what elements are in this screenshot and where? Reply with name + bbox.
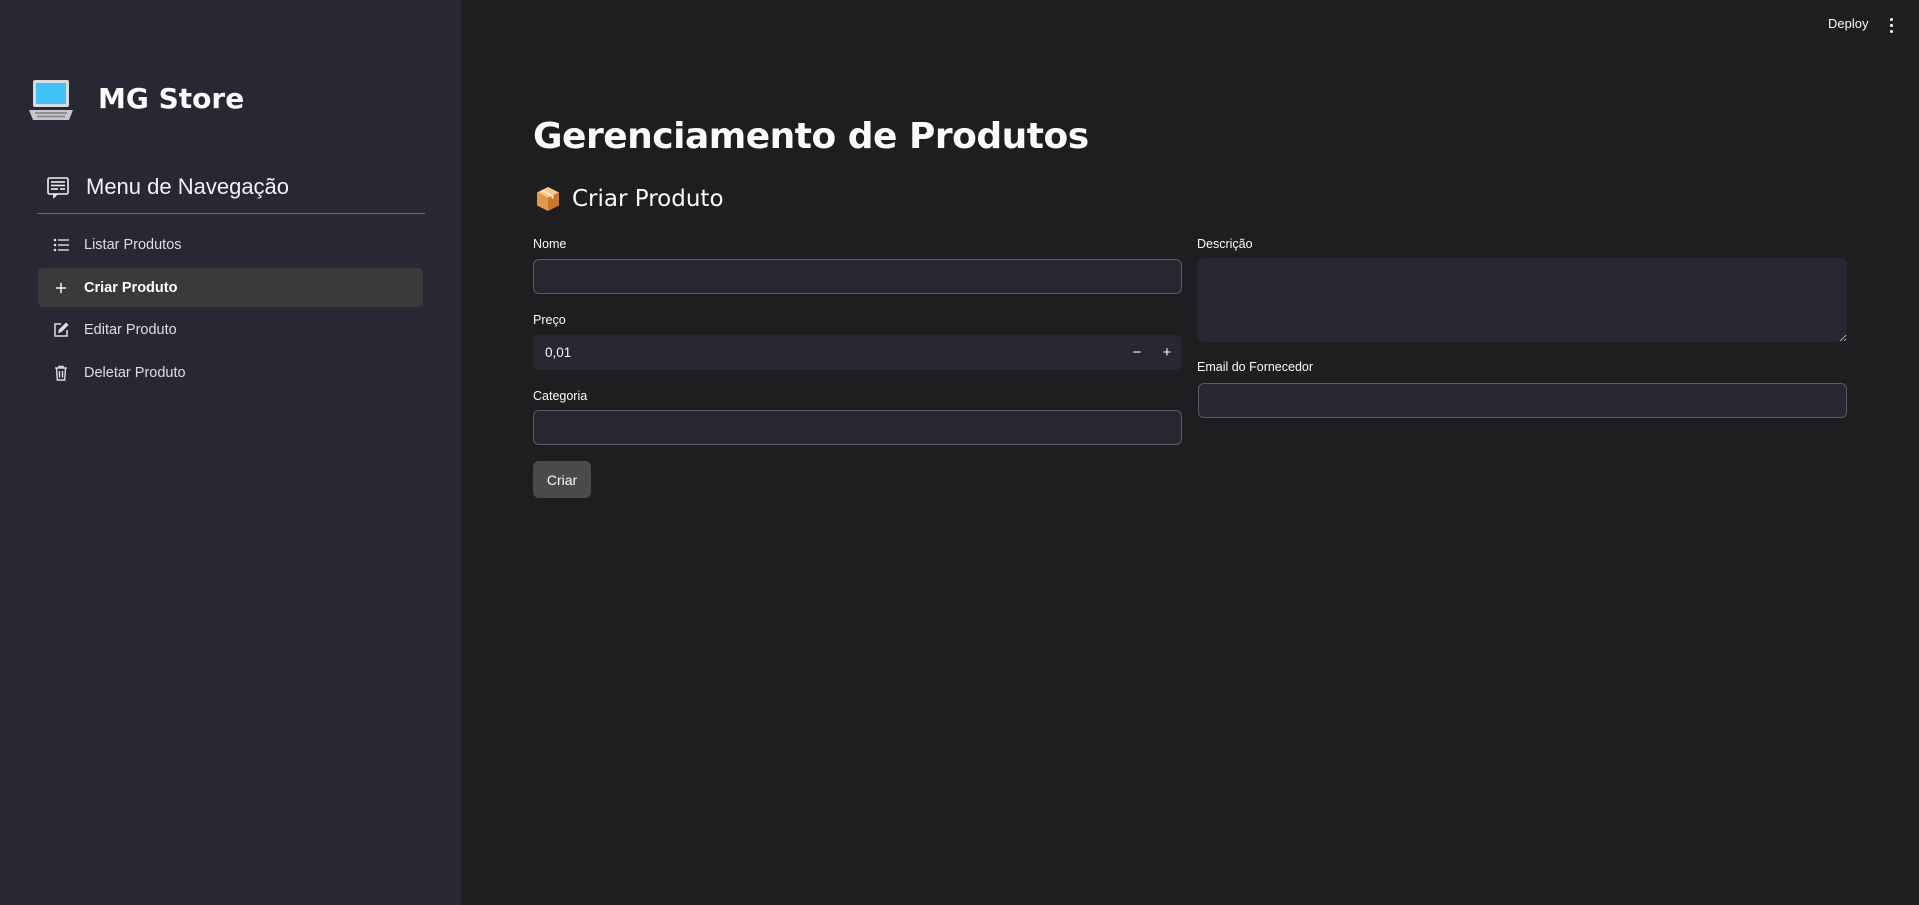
- email-label: Email do Fornecedor: [1197, 360, 1314, 374]
- section-title: Criar Produto: [536, 186, 724, 212]
- sidebar-item-deletar-produto[interactable]: Deletar Produto: [38, 353, 423, 392]
- deploy-button[interactable]: Deploy: [1828, 16, 1868, 31]
- descricao-label: Descrição: [1197, 237, 1253, 251]
- preco-label: Preço: [533, 313, 566, 327]
- menu-divider: [37, 213, 425, 214]
- menu-title-label: Menu de Navegação: [86, 174, 290, 199]
- decrement-button[interactable]: −: [1122, 335, 1152, 370]
- preco-stepper: − +: [533, 335, 1182, 370]
- sidebar-item-label: Criar Produto: [84, 279, 178, 296]
- nome-field[interactable]: [533, 259, 1182, 294]
- plus-icon: [52, 279, 70, 297]
- preco-field[interactable]: [533, 335, 1122, 370]
- criar-button[interactable]: Criar: [533, 461, 591, 498]
- vertical-dots-icon[interactable]: [1884, 15, 1898, 35]
- brand: MG Store: [28, 78, 244, 122]
- increment-button[interactable]: +: [1152, 335, 1182, 370]
- menu-title: Menu de Navegação: [46, 174, 289, 200]
- edit-icon: [52, 321, 70, 339]
- categoria-label: Categoria: [533, 389, 588, 403]
- sidebar-item-label: Editar Produto: [84, 321, 177, 338]
- nome-label: Nome: [533, 237, 567, 251]
- sidebar-item-listar-produtos[interactable]: Listar Produtos: [38, 225, 423, 264]
- page-title: Gerenciamento de Produtos: [533, 116, 1089, 157]
- sidebar-item-label: Deletar Produto: [84, 364, 186, 381]
- email-field[interactable]: [1198, 383, 1847, 418]
- trash-icon: [52, 364, 70, 382]
- list-icon: [52, 236, 70, 254]
- newspaper-icon: [47, 177, 69, 199]
- sidebar-item-label: Listar Produtos: [84, 236, 182, 253]
- sidebar-item-criar-produto[interactable]: Criar Produto: [38, 268, 423, 307]
- descricao-field[interactable]: [1197, 258, 1847, 342]
- sidebar: MG Store Menu de Navegação Listar Produt…: [0, 0, 461, 905]
- sidebar-item-editar-produto[interactable]: Editar Produto: [38, 310, 423, 349]
- package-icon: [537, 187, 559, 211]
- app-title: MG Store: [98, 82, 245, 115]
- section-title-label: Criar Produto: [572, 186, 724, 212]
- categoria-field[interactable]: [533, 410, 1182, 445]
- laptop-icon: [29, 80, 73, 120]
